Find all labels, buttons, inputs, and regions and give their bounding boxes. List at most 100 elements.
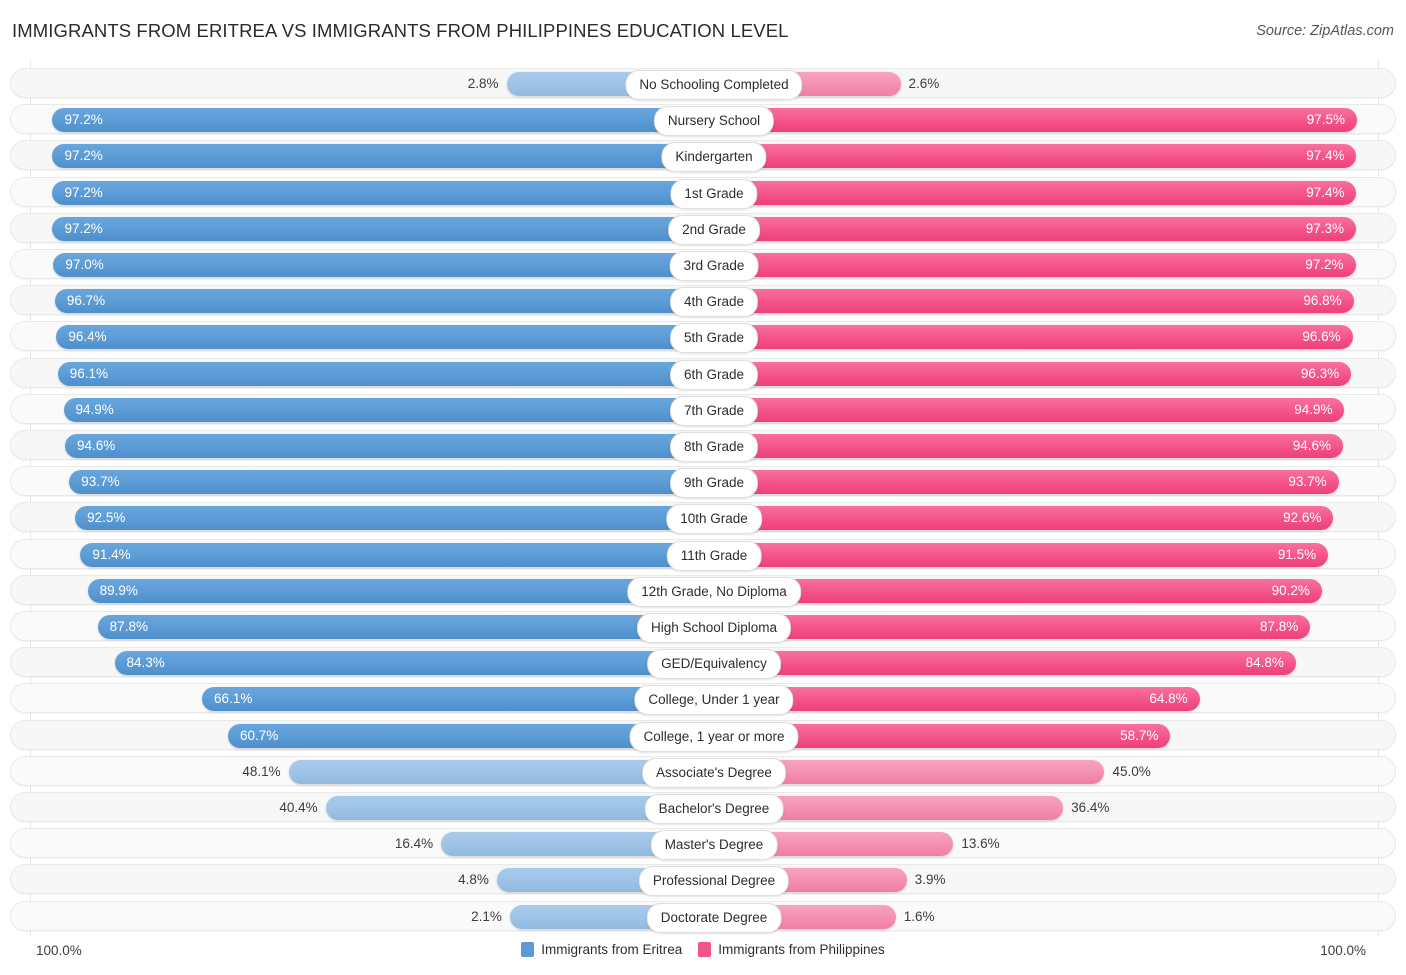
- table-row[interactable]: 97.2% 97.4% Kindergarten: [10, 140, 1396, 173]
- category-label[interactable]: 9th Grade: [669, 468, 759, 499]
- category-label[interactable]: 2nd Grade: [668, 214, 760, 245]
- category-label[interactable]: 11th Grade: [666, 540, 762, 571]
- bar-left-eritrea[interactable]: [114, 651, 704, 676]
- category-label[interactable]: 12th Grade, No Diploma: [627, 576, 801, 607]
- table-row[interactable]: 84.3% 84.8% GED/Equivalency: [10, 647, 1396, 680]
- category-label[interactable]: College, 1 year or more: [629, 721, 799, 752]
- table-row[interactable]: 16.4% 13.6% Master's Degree: [10, 828, 1396, 861]
- category-label[interactable]: Nursery School: [653, 106, 775, 137]
- bar-value-right: 96.3%: [1300, 365, 1340, 381]
- bar-right-philippines[interactable]: [704, 216, 1356, 241]
- bar-left-eritrea[interactable]: [64, 434, 704, 458]
- category-label[interactable]: Doctorate Degree: [646, 902, 782, 933]
- bar-left-eritrea[interactable]: [57, 361, 704, 386]
- legend-item-eritrea[interactable]: Immigrants from Eritrea: [521, 942, 682, 957]
- legend-label-philippines: Immigrants from Philippines: [718, 942, 885, 957]
- bar-right-philippines[interactable]: [704, 615, 1311, 639]
- category-label[interactable]: 5th Grade: [669, 323, 759, 354]
- category-label[interactable]: 10th Grade: [666, 504, 762, 535]
- table-row[interactable]: 96.4% 96.6% 5th Grade: [10, 321, 1396, 354]
- bar-left-eritrea[interactable]: [52, 180, 704, 205]
- table-row[interactable]: 96.7% 96.8% 4th Grade: [10, 285, 1396, 318]
- bar-right-philippines[interactable]: [704, 542, 1329, 567]
- bar-value-right: 97.3%: [1305, 220, 1344, 236]
- bar-value-left: 40.4%: [279, 800, 318, 815]
- bar-right-philippines[interactable]: [704, 506, 1334, 531]
- category-label[interactable]: 4th Grade: [669, 287, 759, 318]
- table-row[interactable]: 94.6% 94.6% 8th Grade: [10, 430, 1396, 462]
- bar-value-right: 97.2%: [1305, 257, 1344, 272]
- bar-right-philippines[interactable]: [704, 144, 1357, 169]
- table-row[interactable]: 60.7% 58.7% College, 1 year or more: [10, 719, 1396, 752]
- table-row[interactable]: 94.9% 94.9% 7th Grade: [10, 393, 1396, 426]
- table-row[interactable]: 2.1% 1.6% Doctorate Degree: [10, 900, 1396, 933]
- bar-right-philippines[interactable]: [704, 325, 1353, 350]
- table-row[interactable]: 2.8% 2.6% No Schooling Completed: [10, 68, 1396, 100]
- category-label[interactable]: 1st Grade: [670, 178, 758, 209]
- bar-left-eritrea[interactable]: [80, 542, 704, 567]
- bar-right-philippines[interactable]: [704, 180, 1357, 205]
- bar-left-eritrea[interactable]: [97, 615, 704, 639]
- bar-right-philippines[interactable]: [704, 470, 1339, 495]
- bar-left-eritrea[interactable]: [63, 397, 704, 422]
- bar-value-left: 96.4%: [68, 329, 107, 345]
- bar-value-right: 96.6%: [1302, 329, 1341, 345]
- table-row[interactable]: 97.2% 97.5% Nursery School: [10, 104, 1396, 137]
- bar-left-eritrea[interactable]: [54, 289, 704, 314]
- category-label[interactable]: 3rd Grade: [669, 251, 759, 281]
- category-label[interactable]: 6th Grade: [669, 359, 759, 390]
- bar-left-eritrea[interactable]: [75, 506, 704, 531]
- bar-left-eritrea[interactable]: [52, 108, 704, 133]
- category-label[interactable]: Bachelor's Degree: [644, 794, 784, 824]
- category-label[interactable]: Professional Degree: [638, 866, 790, 897]
- category-label[interactable]: Kindergarten: [661, 142, 767, 173]
- bar-left-eritrea[interactable]: [52, 144, 704, 169]
- category-label[interactable]: Associate's Degree: [642, 757, 786, 788]
- bar-left-eritrea[interactable]: [69, 470, 704, 495]
- category-label[interactable]: High School Diploma: [636, 613, 792, 643]
- bar-value-right: 1.6%: [903, 908, 935, 924]
- bar-left-eritrea[interactable]: [56, 325, 704, 350]
- table-row[interactable]: 87.8% 87.8% High School Diploma: [10, 611, 1396, 643]
- bar-right-philippines[interactable]: [704, 434, 1344, 458]
- bar-right-philippines[interactable]: [704, 108, 1357, 133]
- table-row[interactable]: 92.5% 92.6% 10th Grade: [10, 502, 1396, 535]
- bar-right-philippines[interactable]: [704, 289, 1354, 314]
- table-row[interactable]: 96.1% 96.3% 6th Grade: [10, 357, 1396, 390]
- category-label[interactable]: 8th Grade: [669, 432, 759, 462]
- bar-value-left: 92.5%: [87, 510, 126, 526]
- bar-left-eritrea[interactable]: [87, 578, 704, 603]
- table-row[interactable]: 93.7% 93.7% 9th Grade: [10, 466, 1396, 499]
- category-label[interactable]: No Schooling Completed: [625, 70, 803, 100]
- table-row[interactable]: 97.2% 97.3% 2nd Grade: [10, 212, 1396, 245]
- bar-left-eritrea[interactable]: [52, 216, 704, 241]
- chart-plot-area: 2.8% 2.6% No Schooling Completed 97.2% 97.5%…: [0, 60, 1406, 937]
- page-title: IMMIGRANTS FROM ERITREA VS IMMIGRANTS FR…: [12, 20, 789, 41]
- category-label[interactable]: College, Under 1 year: [634, 685, 794, 716]
- table-row[interactable]: 4.8% 3.9% Professional Degree: [10, 864, 1396, 897]
- category-label[interactable]: 7th Grade: [669, 395, 759, 426]
- legend-item-philippines[interactable]: Immigrants from Philippines: [698, 942, 885, 957]
- legend-label-eritrea: Immigrants from Eritrea: [541, 942, 683, 957]
- bar-right-philippines[interactable]: [704, 651, 1296, 676]
- bar-left-eritrea[interactable]: [53, 253, 704, 277]
- table-row[interactable]: 91.4% 91.5% 11th Grade: [10, 538, 1396, 571]
- bar-value-right: 96.8%: [1303, 293, 1342, 309]
- bar-value-right: 45.0%: [1112, 763, 1151, 779]
- category-label[interactable]: Master's Degree: [650, 830, 778, 861]
- bar-left-eritrea[interactable]: [202, 687, 704, 712]
- table-row[interactable]: 89.9% 90.2% 12th Grade, No Diploma: [10, 574, 1396, 607]
- table-row[interactable]: 40.4% 36.4% Bachelor's Degree: [10, 792, 1396, 824]
- bar-value-left: 93.7%: [81, 474, 120, 490]
- table-row[interactable]: 97.0% 97.2% 3rd Grade: [10, 249, 1396, 281]
- table-row[interactable]: 48.1% 45.0% Associate's Degree: [10, 755, 1396, 788]
- category-label[interactable]: GED/Equivalency: [647, 649, 781, 680]
- bar-right-philippines[interactable]: [704, 361, 1352, 386]
- bar-right-philippines[interactable]: [704, 397, 1345, 422]
- bar-right-philippines[interactable]: [704, 253, 1356, 277]
- bar-value-right: 97.5%: [1306, 112, 1345, 128]
- bar-value-right: 3.9%: [914, 872, 946, 888]
- table-row[interactable]: 66.1% 64.8% College, Under 1 year: [10, 683, 1396, 716]
- table-row[interactable]: 97.2% 97.4% 1st Grade: [10, 176, 1396, 209]
- bar-value-left: 94.6%: [76, 438, 116, 453]
